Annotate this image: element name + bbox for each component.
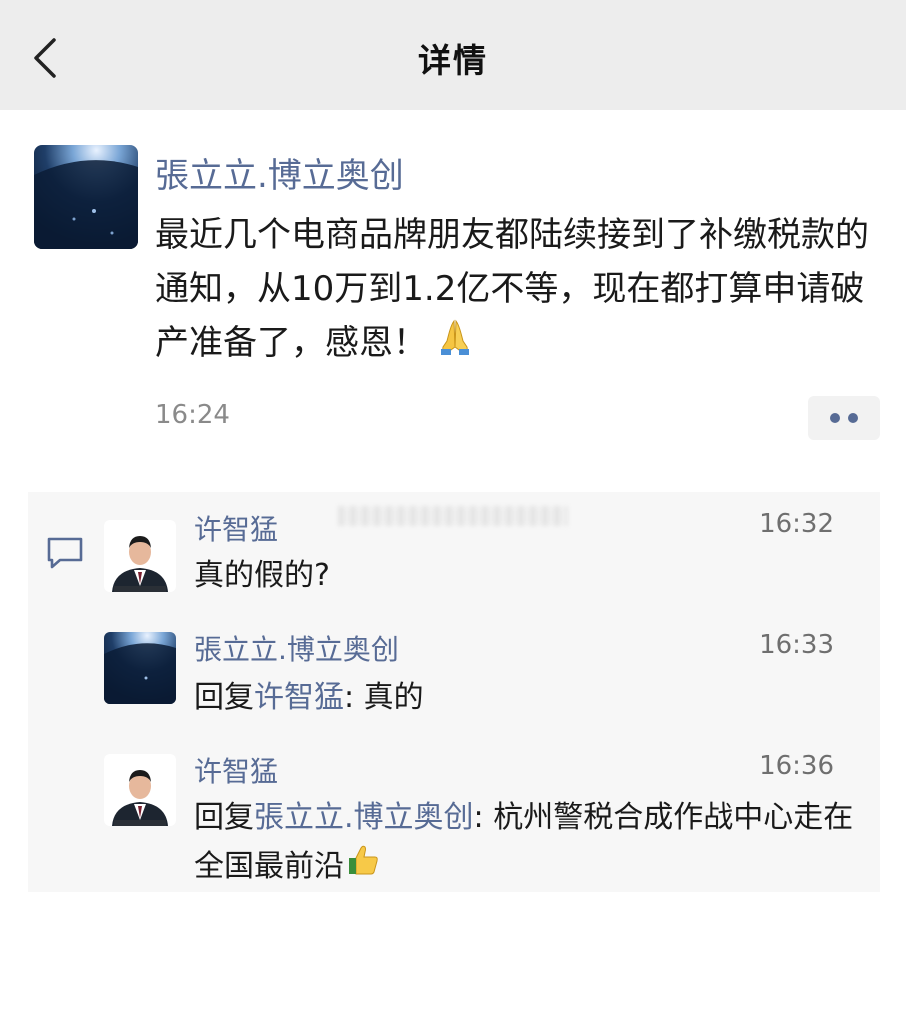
commenter-avatar[interactable]: [104, 520, 176, 592]
comment-timestamp: 16:32: [759, 509, 834, 539]
reply-target-link[interactable]: 许智猛: [254, 680, 344, 715]
commenter-avatar[interactable]: [104, 754, 176, 826]
post-timestamp: 16:24: [155, 400, 230, 430]
commenter-name[interactable]: 许智猛: [194, 750, 278, 790]
comment-icon: [47, 537, 83, 569]
page-title: 详情: [418, 41, 488, 80]
comment-text: 回复许智猛: 真的: [194, 674, 854, 722]
reply-body: : 真的: [344, 680, 424, 715]
commenter-avatar[interactable]: [104, 632, 176, 704]
post-author-name[interactable]: 張立立.博立奥创: [155, 148, 404, 197]
more-actions-button[interactable]: [808, 396, 880, 440]
post-content: 最近几个电商品牌朋友都陆续接到了补缴税款的通知，从10万到1.2亿不等，现在都打…: [155, 208, 875, 373]
comment-text: 回复張立立.博立奥创: 杭州警税合成作战中心走在全国最前沿: [194, 794, 854, 893]
comment-text: 真的假的?: [194, 558, 330, 593]
comments-section: 许智猛 16:32 真的假的? 張立立.博立奥创 16:33 回复许智猛: 真的: [28, 492, 880, 892]
author-avatar[interactable]: [34, 145, 138, 249]
reply-prefix: 回复: [194, 680, 254, 715]
reply-target-link[interactable]: 張立立.博立奥创: [254, 800, 474, 835]
reply-prefix: 回复: [194, 800, 254, 835]
commenter-name[interactable]: 張立立.博立奥创: [194, 628, 399, 668]
comment-timestamp: 16:36: [759, 751, 834, 781]
pray-emoji-icon: [435, 317, 475, 373]
dot-icon: [848, 413, 858, 423]
comment-timestamp: 16:33: [759, 630, 834, 660]
thumbs-up-icon: [346, 842, 382, 893]
dot-icon: [830, 413, 840, 423]
post-text: 最近几个电商品牌朋友都陆续接到了补缴税款的通知，从10万到1.2亿不等，现在都打…: [155, 215, 869, 363]
blurred-watermark: [338, 506, 568, 526]
top-navbar: 详情: [0, 0, 906, 110]
commenter-name[interactable]: 许智猛: [194, 508, 278, 548]
